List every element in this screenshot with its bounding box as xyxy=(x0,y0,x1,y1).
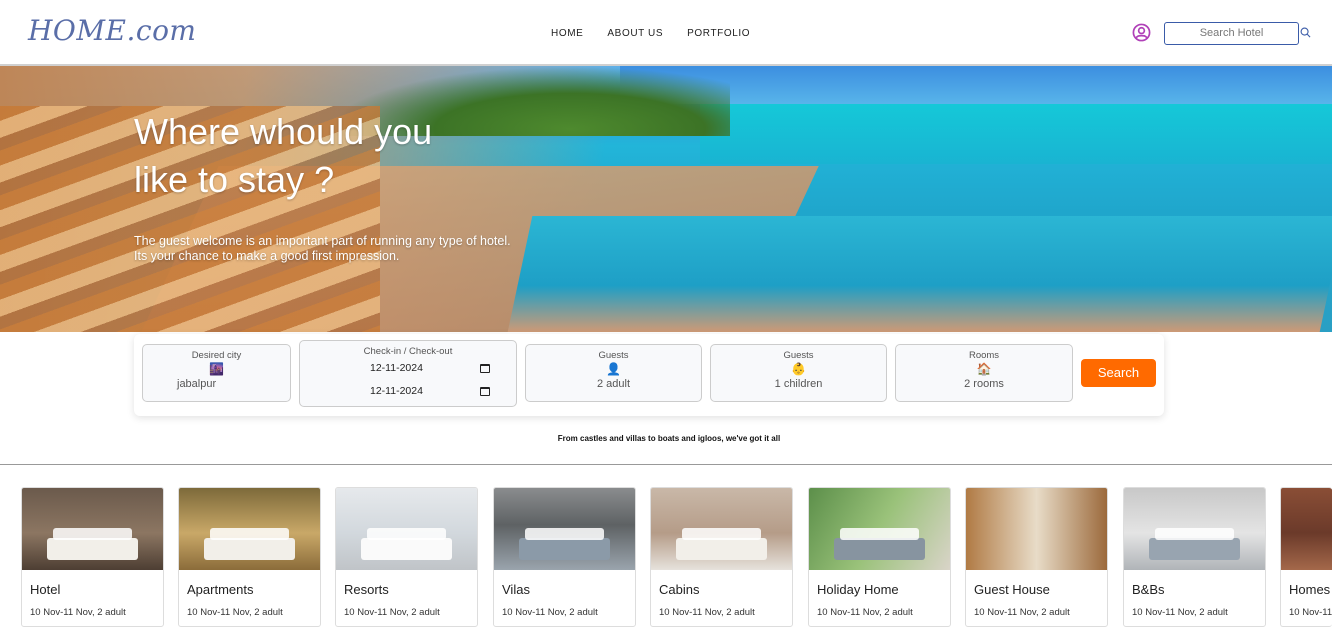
children-guests-value: 1 children xyxy=(774,378,823,390)
city-field[interactable]: Desired city 🌆 jabalpur xyxy=(142,344,291,402)
adult-guests-label: Guests xyxy=(598,350,629,361)
rooms-value: 2 rooms xyxy=(964,378,1004,390)
card-title: Homes xyxy=(1289,582,1331,597)
adult-icon: 👤 xyxy=(606,362,621,376)
city-icon: 🌆 xyxy=(209,362,224,376)
card-image xyxy=(809,488,950,570)
hero-title: Where whould you like to stay ? xyxy=(134,108,514,204)
card-dates: 10 Nov-11 Nov, 2 adult xyxy=(344,607,440,618)
card-dates: 10 Nov-11 Nov, 2 adult xyxy=(1132,607,1228,618)
property-card-resorts[interactable]: Resorts 10 Nov-11 Nov, 2 adult xyxy=(335,487,478,627)
property-card-guest-house[interactable]: Guest House 10 Nov-11 Nov, 2 adult xyxy=(965,487,1108,627)
date-range-label: Check-in / Check-out xyxy=(363,346,453,357)
search-button[interactable]: Search xyxy=(1081,359,1156,387)
hero-title-line2: like to stay ? xyxy=(134,159,335,200)
children-guests-field[interactable]: Guests 👶 1 children xyxy=(710,344,887,402)
city-label: Desired city xyxy=(191,350,242,361)
hero-subtitle: The guest welcome is an important part o… xyxy=(134,234,594,264)
property-card-bnbs[interactable]: B&Bs 10 Nov-11 Nov, 2 adult xyxy=(1123,487,1266,627)
house-icon: 🏠 xyxy=(976,362,992,376)
card-image xyxy=(336,488,477,570)
card-image xyxy=(22,488,163,570)
card-dates: 10 Nov-11 Nov, 2 adult xyxy=(30,607,126,618)
city-value: jabalpur xyxy=(177,378,217,390)
card-dates: 10 Nov-11 Nov, 2 adult xyxy=(1289,607,1332,618)
checkin-input[interactable]: 12-11-2024 xyxy=(370,362,423,374)
nav-home-link[interactable]: HOME xyxy=(551,28,583,39)
checkout-calendar-icon[interactable] xyxy=(480,387,490,396)
card-title: B&Bs xyxy=(1132,582,1165,597)
child-icon: 👶 xyxy=(791,362,806,376)
property-card-vilas[interactable]: Vilas 10 Nov-11 Nov, 2 adult xyxy=(493,487,636,627)
adult-guests-value: 2 adult xyxy=(596,378,631,390)
site-logo[interactable]: HOME.com xyxy=(28,14,196,47)
checkin-calendar-icon[interactable] xyxy=(480,364,490,373)
card-title: Holiday Home xyxy=(817,582,899,597)
date-range-field[interactable]: Check-in / Check-out 12-11-2024 12-11-20… xyxy=(299,340,517,407)
card-image xyxy=(966,488,1107,570)
site-header: HOME.com HOME ABOUT US PORTFOLIO Search … xyxy=(0,0,1332,66)
property-card-holiday-home[interactable]: Holiday Home 10 Nov-11 Nov, 2 adult xyxy=(808,487,951,627)
property-card-cabins[interactable]: Cabins 10 Nov-11 Nov, 2 adult xyxy=(650,487,793,627)
main-nav: HOME ABOUT US PORTFOLIO xyxy=(551,28,750,39)
rooms-label: Rooms xyxy=(968,350,1000,361)
card-dates: 10 Nov-11 Nov, 2 adult xyxy=(817,607,913,618)
checkout-input[interactable]: 12-11-2024 xyxy=(370,385,423,397)
card-title: Cabins xyxy=(659,582,700,597)
nav-portfolio-link[interactable]: PORTFOLIO xyxy=(687,28,750,39)
card-image xyxy=(494,488,635,570)
card-dates: 10 Nov-11 Nov, 2 adult xyxy=(974,607,1070,618)
nav-about-link[interactable]: ABOUT US xyxy=(607,28,663,39)
user-circle-icon[interactable] xyxy=(1132,23,1151,42)
search-icon[interactable] xyxy=(1300,27,1311,38)
children-guests-label: Guests xyxy=(783,350,814,361)
card-image xyxy=(179,488,320,570)
search-hotel-input[interactable]: Search Hotel xyxy=(1164,22,1299,45)
hero-sea xyxy=(700,104,1332,164)
property-card-apartments[interactable]: Apartments 10 Nov-11 Nov, 2 adult xyxy=(178,487,321,627)
hero-pool xyxy=(507,216,1332,332)
card-dates: 10 Nov-11 Nov, 2 adult xyxy=(187,607,283,618)
card-image xyxy=(1124,488,1265,570)
card-dates: 10 Nov-11 Nov, 2 adult xyxy=(659,607,755,618)
section-divider xyxy=(0,464,1332,465)
hero-subtitle-line1: The guest welcome is an important part o… xyxy=(134,234,511,248)
card-image xyxy=(1281,488,1332,570)
hero-title-line1: Where whould you xyxy=(134,111,433,152)
property-card-hotel[interactable]: Hotel 10 Nov-11 Nov, 2 adult xyxy=(21,487,164,627)
card-title: Resorts xyxy=(344,582,389,597)
property-card-homes[interactable]: Homes 10 Nov-11 Nov, 2 adult xyxy=(1280,487,1332,627)
hero-subtitle-line2: Its your chance to make a good first imp… xyxy=(134,249,400,263)
adult-guests-field[interactable]: Guests 👤 2 adult xyxy=(525,344,702,402)
card-image xyxy=(651,488,792,570)
card-dates: 10 Nov-11 Nov, 2 adult xyxy=(502,607,598,618)
card-title: Guest House xyxy=(974,582,1050,597)
card-title: Hotel xyxy=(30,582,61,597)
tagline: From castles and villas to boats and igl… xyxy=(557,434,781,443)
card-title: Apartments xyxy=(187,582,254,597)
card-title: Vilas xyxy=(502,582,530,597)
rooms-field[interactable]: Rooms 🏠 2 rooms xyxy=(895,344,1073,402)
